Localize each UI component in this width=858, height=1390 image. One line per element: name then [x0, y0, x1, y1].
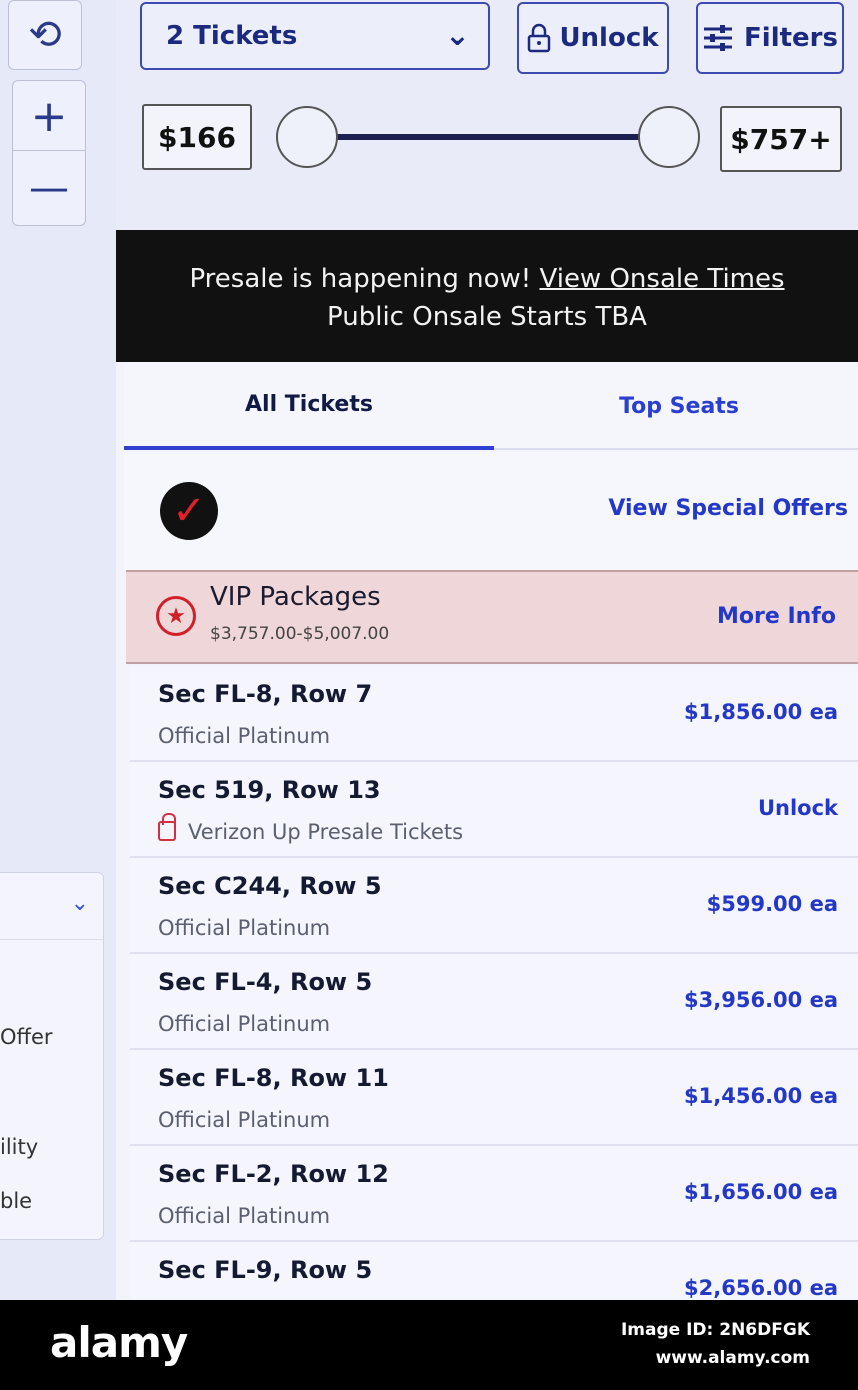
side-panel-item[interactable]: ble [0, 1189, 32, 1213]
listing-type: Official Platinum [158, 1012, 331, 1036]
side-panel-item[interactable]: ility [0, 1135, 38, 1159]
listing-row[interactable]: Sec FL-8, Row 7 Official Platinum $1,856… [130, 666, 858, 762]
listing-row[interactable]: Sec 519, Row 13 Verizon Up Presale Ticke… [130, 762, 858, 858]
unlock-label: Unlock [559, 23, 659, 53]
filters-label: Filters [744, 23, 838, 53]
watermark-footer: alamy Image ID: 2N6DFGK www.alamy.com [0, 1300, 858, 1390]
listing-type: Official Platinum [158, 916, 331, 940]
zoom-out-button[interactable]: — [12, 150, 86, 226]
filter-side-panel: ⌄ Offer ility ble [0, 872, 104, 1240]
presale-text: Presale is happening now! [189, 264, 532, 294]
rotate-ccw-icon: ⟲ [28, 12, 62, 58]
listing-type: Official Platinum [158, 1204, 331, 1228]
listing-section: Sec FL-9, Row 5 [158, 1256, 373, 1284]
listing-price: $1,456.00 ea [684, 1084, 838, 1108]
listing-type: Official Platinum [158, 724, 331, 748]
price-slider-track[interactable] [306, 134, 676, 140]
verizon-check-logo: ✓ [160, 482, 218, 540]
vip-title: VIP Packages [210, 582, 381, 612]
listing-row[interactable]: Sec FL-2, Row 12 Official Platinum $1,65… [130, 1146, 858, 1242]
listing-type: Official Platinum [158, 1108, 331, 1132]
ticket-pane: 2 Tickets ⌄ Unlock Filters $166 $757+ Pr… [116, 0, 858, 1300]
listing-row[interactable]: Sec C244, Row 5 Official Platinum $599.0… [130, 858, 858, 954]
map-pane: ⟲ + — ⌄ Offer ility ble [0, 0, 122, 1300]
min-price-field[interactable]: $166 [142, 104, 252, 170]
lock-icon [528, 23, 551, 53]
rotate-button[interactable]: ⟲ [8, 0, 82, 70]
plus-icon: + [30, 90, 68, 142]
listing-section: Sec FL-8, Row 11 [158, 1064, 389, 1092]
more-info-link[interactable]: More Info [717, 604, 836, 629]
presale-message: Presale is happening now! View Onsale Ti… [116, 264, 858, 294]
listing-row[interactable]: Sec FL-4, Row 5 Official Platinum $3,956… [130, 954, 858, 1050]
ticket-quantity-value: 2 Tickets [166, 21, 298, 51]
listing-price: $1,856.00 ea [684, 700, 838, 724]
star-icon: ★ [156, 596, 196, 636]
listing-section: Sec FL-4, Row 5 [158, 968, 373, 996]
view-onsale-times-link[interactable]: View Onsale Times [540, 264, 785, 294]
watermark-logo: alamy [50, 1318, 188, 1367]
price-slider-max-handle[interactable] [638, 106, 700, 168]
vip-price-range: $3,757.00-$5,007.00 [210, 624, 390, 644]
view-special-offers-link[interactable]: View Special Offers [608, 496, 848, 521]
unlock-button[interactable]: Unlock [517, 2, 669, 74]
divider [0, 939, 103, 940]
listing-price: $1,656.00 ea [684, 1180, 838, 1204]
listing-row[interactable]: Sec FL-8, Row 11 Official Platinum $1,45… [130, 1050, 858, 1146]
sliders-icon [704, 25, 733, 51]
ticket-tabs: All Tickets Top Seats [124, 362, 858, 450]
listing-section: Sec FL-8, Row 7 [158, 680, 373, 708]
filters-button[interactable]: Filters [696, 2, 844, 74]
public-onsale-text: Public Onsale Starts TBA [327, 302, 647, 332]
tab-all-tickets[interactable]: All Tickets [124, 362, 494, 450]
price-slider-min-handle[interactable] [276, 106, 338, 168]
tab-top-seats[interactable]: Top Seats [494, 362, 858, 450]
watermark-url: www.alamy.com [655, 1348, 810, 1368]
special-offers-row: ✓ View Special Offers [124, 452, 858, 570]
listing-unlock-link[interactable]: Unlock [758, 796, 838, 820]
chevron-down-icon: ⌄ [444, 18, 470, 53]
listing-price: $3,956.00 ea [684, 988, 838, 1012]
max-price-field[interactable]: $757+ [720, 106, 842, 172]
listing-section: Sec C244, Row 5 [158, 872, 382, 900]
listing-price: $2,656.00 ea [684, 1276, 838, 1300]
filter-toolbar: 2 Tickets ⌄ Unlock Filters $166 $757+ [116, 0, 858, 230]
listing-row[interactable]: Sec FL-9, Row 5 $2,656.00 ea [130, 1242, 858, 1300]
ticket-listings: Sec FL-8, Row 7 Official Platinum $1,856… [130, 666, 858, 1300]
zoom-in-button[interactable]: + [12, 80, 86, 152]
vip-packages-row[interactable]: ★ VIP Packages $3,757.00-$5,007.00 More … [126, 570, 858, 664]
side-panel-item[interactable]: Offer [0, 1025, 53, 1049]
chevron-down-icon[interactable]: ⌄ [71, 891, 89, 916]
listing-price: $599.00 ea [706, 892, 838, 916]
listing-section: Sec 519, Row 13 [158, 776, 381, 804]
watermark-image-id: Image ID: 2N6DFGK [620, 1320, 810, 1340]
listing-type: Verizon Up Presale Tickets [158, 813, 464, 844]
listing-type-text: Verizon Up Presale Tickets [188, 820, 464, 844]
lock-icon [158, 813, 176, 841]
listing-section: Sec FL-2, Row 12 [158, 1160, 389, 1188]
ticket-quantity-select[interactable]: 2 Tickets ⌄ [140, 2, 490, 70]
minus-icon: — [29, 165, 69, 211]
presale-banner: Presale is happening now! View Onsale Ti… [116, 230, 858, 362]
